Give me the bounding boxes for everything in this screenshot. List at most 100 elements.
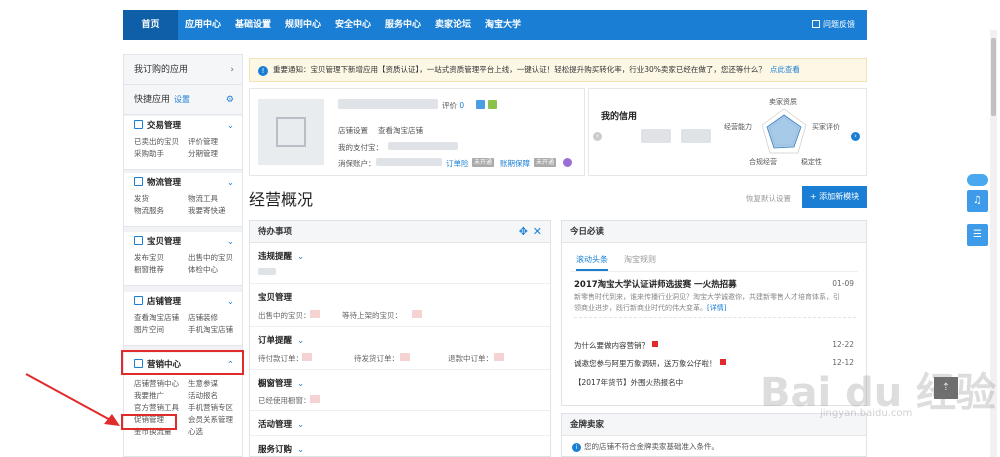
sidebar-link[interactable]: 手机淘宝店铺 bbox=[188, 324, 242, 335]
bell-icon[interactable]: ♫ bbox=[967, 190, 988, 212]
sidebar-link[interactable]: 官方营销工具 bbox=[134, 402, 188, 413]
nav-app-center[interactable]: 应用中心 bbox=[178, 10, 228, 40]
sidebar-link[interactable]: 评价管理 bbox=[188, 136, 242, 147]
sidebar-link[interactable]: 物流工具 bbox=[188, 193, 242, 204]
sidebar-my-apps[interactable]: 我订购的应用 › bbox=[124, 55, 242, 85]
order-risk-link[interactable]: 订单险 bbox=[446, 158, 469, 169]
sidebar-link[interactable]: 橱窗推荐 bbox=[134, 264, 188, 275]
info-icon: i bbox=[572, 443, 581, 452]
detail-link[interactable]: [详情] bbox=[707, 304, 726, 312]
marketing-highlight-box bbox=[121, 350, 244, 375]
blurred-credit bbox=[681, 129, 711, 143]
nav-seller-forum[interactable]: 卖家论坛 bbox=[428, 10, 478, 40]
todo-item[interactable]: 待发货订单： bbox=[354, 353, 399, 364]
sidebar-link[interactable]: 图片空间 bbox=[134, 324, 188, 335]
sidebar-link[interactable]: 店铺装修 bbox=[188, 312, 242, 323]
sidebar-link[interactable]: 体检中心 bbox=[188, 264, 242, 275]
page-title: 经营概况 bbox=[249, 190, 314, 209]
shop-avatar[interactable] bbox=[258, 99, 324, 165]
rating-label: 评价 0 bbox=[442, 101, 465, 110]
seller-badge-icon bbox=[476, 100, 485, 109]
nav-taobao-university[interactable]: 淘宝大学 bbox=[478, 10, 528, 40]
gold-info: i 您的店铺不符合金牌卖家基础准入条件。 bbox=[572, 441, 719, 452]
nav-service-center[interactable]: 服务中心 bbox=[378, 10, 428, 40]
view-store-link[interactable]: 查看淘宝店铺 bbox=[378, 125, 423, 136]
chevron-down-icon: ⌄ bbox=[297, 336, 305, 346]
scrollbar-thumb[interactable] bbox=[991, 38, 996, 116]
store-settings-link[interactable]: 店铺设置 bbox=[338, 125, 368, 136]
nav-basic-settings[interactable]: 基础设置 bbox=[228, 10, 278, 40]
sidebar-group-header[interactable]: 物流管理 ⌄ bbox=[124, 173, 242, 193]
blurred-shop-name bbox=[338, 99, 438, 109]
sidebar-link[interactable]: 查看淘宝店铺 bbox=[134, 312, 188, 323]
truck-icon bbox=[134, 177, 143, 186]
sidebar-group-header[interactable]: 宝贝管理 ⌄ bbox=[124, 232, 242, 252]
credit-radar-chart bbox=[761, 108, 807, 154]
account-guarantee-link[interactable]: 账期保障 bbox=[500, 158, 530, 169]
todo-item[interactable]: 退款中订单： bbox=[448, 353, 493, 364]
todo-item[interactable]: 已经使用橱窗： bbox=[258, 395, 311, 406]
red-arrow-icon bbox=[25, 373, 120, 426]
sidebar-link[interactable]: 心选 bbox=[188, 426, 242, 437]
baidu-watermark-url: jingyan.baidu.com bbox=[820, 408, 913, 419]
todo-item[interactable]: 出售中的宝贝： bbox=[258, 310, 311, 321]
news-item[interactable]: 诚邀您参与阿里万象调研，送万象公仔啦！ bbox=[574, 358, 726, 369]
sidebar-link[interactable]: 分期管理 bbox=[188, 148, 242, 159]
quick-apps-settings-link[interactable]: 设置 bbox=[174, 95, 190, 104]
tab-headlines[interactable]: 滚动头条 bbox=[576, 253, 608, 271]
news-item[interactable]: 为什么要做内容营销？ bbox=[574, 340, 658, 351]
news-item[interactable]: 【2017年货节】外围火热报名中 bbox=[574, 377, 683, 388]
sidebar-link[interactable]: 发布宝贝 bbox=[134, 252, 188, 263]
headline-title[interactable]: 2017淘宝大学认证讲师选拔赛 一火热招募 bbox=[574, 278, 737, 290]
restore-default-link[interactable]: 恢复默认设置 bbox=[746, 193, 791, 204]
order-risk-tag: 未开通 bbox=[472, 158, 495, 167]
sidebar-link[interactable]: 活动报名 bbox=[188, 390, 242, 401]
sidebar-group-header[interactable]: 交易管理 ⌄ bbox=[124, 116, 242, 136]
headline-date: 01-09 bbox=[832, 279, 854, 288]
blurred-alipay bbox=[388, 142, 458, 150]
sidebar-link[interactable]: 采购助手 bbox=[134, 148, 188, 159]
blurred-value bbox=[258, 268, 276, 275]
chat-icon[interactable]: ☰ bbox=[967, 224, 988, 246]
sidebar-link[interactable]: 店铺营销中心 bbox=[134, 378, 188, 389]
prev-arrow-icon[interactable]: ‹ bbox=[593, 132, 602, 141]
cloud-icon bbox=[967, 174, 988, 186]
close-icon[interactable]: ✕ bbox=[533, 221, 542, 243]
blurred-credit bbox=[641, 129, 671, 143]
gear-icon[interactable]: ⚙ bbox=[226, 85, 234, 115]
move-icon[interactable]: ✥ bbox=[519, 221, 528, 243]
sidebar-group-trade: 交易管理 ⌄ 已卖出的宝贝 评价管理 采购助手 分期管理 bbox=[124, 116, 242, 170]
sidebar-link[interactable]: 手机营销专区 bbox=[188, 402, 242, 413]
sidebar-link[interactable]: 发货 bbox=[134, 193, 188, 204]
sidebar: 我订购的应用 › 快捷应用 设置 ⚙ 交易管理 ⌄ 已卖出的宝贝 评价管理 采购助手 分… bbox=[123, 54, 243, 457]
sidebar-group-header[interactable]: 店铺管理 ⌄ bbox=[124, 292, 242, 312]
nav-rules-center[interactable]: 规则中心 bbox=[278, 10, 328, 40]
sidebar-link[interactable]: 我要推广 bbox=[134, 390, 188, 401]
chevron-down-icon: ⌄ bbox=[297, 445, 305, 455]
sidebar-link[interactable]: 生意参谋 bbox=[188, 378, 242, 389]
todo-item[interactable]: 等待上架的宝贝： bbox=[342, 310, 402, 321]
shirt-icon bbox=[134, 236, 143, 245]
sidebar-link[interactable]: 会员关系管理 bbox=[188, 414, 242, 425]
feedback-link[interactable]: 问题反馈 bbox=[812, 10, 855, 40]
sidebar-quick-apps: 快捷应用 设置 ⚙ bbox=[124, 85, 242, 115]
notice-link[interactable]: 点此查看 bbox=[770, 65, 800, 74]
next-arrow-icon[interactable]: › bbox=[851, 132, 860, 141]
help-icon[interactable] bbox=[563, 158, 572, 167]
add-module-button[interactable]: + 添加新模块 bbox=[802, 186, 867, 208]
nav-home[interactable]: 首页 bbox=[123, 10, 178, 40]
todo-item[interactable]: 待付款订单： bbox=[258, 353, 303, 364]
sidebar-link[interactable]: 出售中的宝贝 bbox=[188, 252, 242, 263]
sidebar-link[interactable]: 物流服务 bbox=[134, 205, 188, 216]
hot-icon bbox=[719, 359, 726, 365]
sidebar-link[interactable]: 我要寄快递 bbox=[188, 205, 242, 216]
sidebar-link[interactable]: 已卖出的宝贝 bbox=[134, 136, 188, 147]
notice-bar: ! 重要通知：宝贝管理下新增应用【资质认证】，一站式资质管理平台上线，一键认证！轻… bbox=[249, 58, 867, 82]
tab-rules[interactable]: 淘宝规则 bbox=[624, 253, 656, 271]
top-navigation: 首页 应用中心 基础设置 规则中心 安全中心 服务中心 卖家论坛 淘宝大学 问题… bbox=[123, 10, 867, 40]
todo-section-orders: 订单提醒 ⌄ 待付款订单： 待发货订单： 退款中订单： bbox=[250, 328, 550, 370]
mobile-badge-icon bbox=[488, 100, 497, 109]
news-date: 12-22 bbox=[832, 340, 854, 349]
nav-security-center[interactable]: 安全中心 bbox=[328, 10, 378, 40]
chevron-down-icon: ⌄ bbox=[297, 379, 305, 389]
